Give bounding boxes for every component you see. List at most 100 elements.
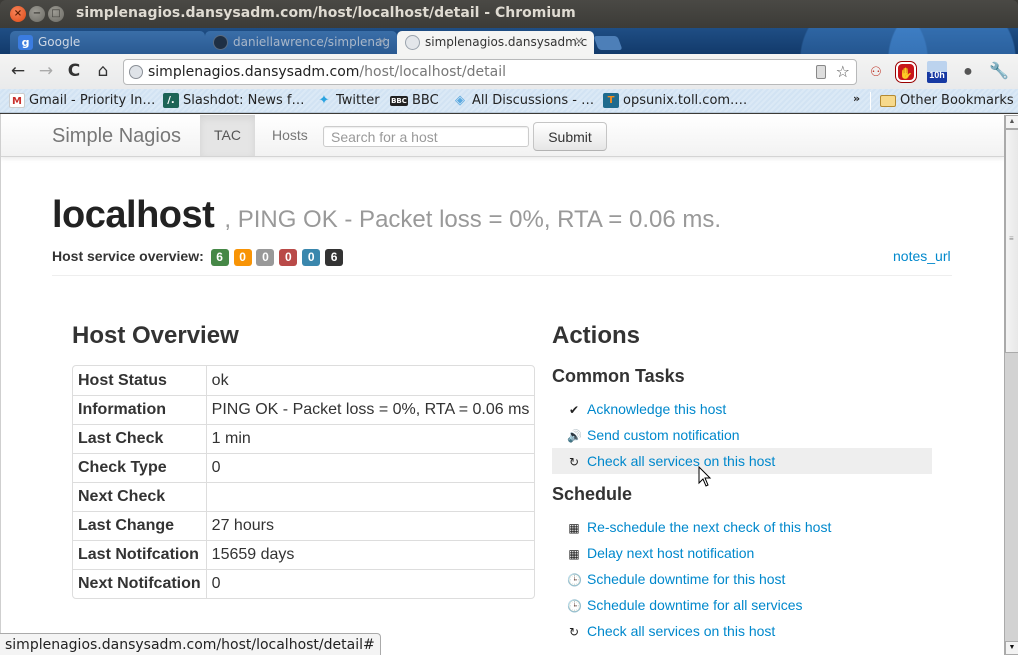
page-title: localhost , PING OK - Packet loss = 0%, …: [52, 194, 721, 237]
toll-icon: T: [603, 93, 619, 108]
address-bar[interactable]: simplenagios.dansysadm.com/host/localhos…: [123, 59, 857, 85]
badge-unknown: 0: [256, 249, 275, 266]
browser-toolbar: ← → C ⌂ simplenagios.dansysadm.com/host/…: [0, 54, 1018, 89]
tab-close-icon[interactable]: ×: [377, 34, 387, 48]
home-button[interactable]: ⌂: [92, 60, 114, 82]
action-link[interactable]: Schedule downtime for all services: [587, 597, 803, 613]
action-link[interactable]: Re-schedule the next check of this host: [587, 519, 831, 535]
tab-label: Google: [38, 35, 81, 49]
clock-icon: 🕒: [567, 599, 582, 613]
action-link[interactable]: Acknowledge this host: [587, 401, 726, 417]
action-item: ↻ Check all services on this host: [552, 618, 932, 644]
twitter-bird-icon: ✦: [318, 93, 330, 108]
window-title: simplenagios.dansysadm.com/host/localhos…: [76, 5, 576, 21]
search-submit-button[interactable]: Submit: [533, 122, 607, 151]
droplet-icon[interactable]: ●: [958, 62, 978, 82]
bookmark-other-bookmarks[interactable]: Other Bookmarks: [880, 92, 1014, 109]
back-button[interactable]: ←: [7, 60, 29, 82]
bookmark-label: Gmail - Priority In…: [29, 93, 156, 108]
browser-tab-simplenagios[interactable]: simplenagios.dansysadm.c ×: [397, 31, 594, 54]
url-path: /host/localhost/detail: [359, 64, 506, 80]
schedule-list: ▦ Re-schedule the next check of this host…: [552, 514, 932, 644]
overview-row-value: [205, 482, 535, 511]
divider: [52, 275, 952, 276]
service-badges: 6 0 0 0 0 6: [210, 248, 344, 266]
action-link[interactable]: Delay next host notification: [587, 545, 754, 561]
overview-row-value: PING OK - Packet loss = 0%, RTA = 0.06 m…: [205, 395, 535, 424]
action-item: ✔ Acknowledge this host: [552, 396, 932, 422]
overview-row-value: ok: [205, 366, 535, 395]
bookmark-bbc[interactable]: BBC BBC: [390, 92, 439, 109]
timer-extension-icon[interactable]: 10h: [927, 61, 947, 83]
refresh-icon: ↻: [568, 455, 580, 469]
bookmark-label: Other Bookmarks: [900, 93, 1014, 108]
bookmark-star-icon[interactable]: ☆: [836, 60, 850, 84]
refresh-icon: ↻: [568, 625, 580, 639]
host-overview-heading: Host Overview: [72, 322, 239, 349]
bookmark-opsunix[interactable]: Topsunix.toll.com.…: [603, 92, 747, 109]
bookmark-label: opsunix.toll.com.…: [623, 93, 748, 108]
overview-row: Host Status ok: [73, 366, 534, 395]
nav-item-tac[interactable]: TAC: [200, 115, 255, 156]
bookmark-twitter[interactable]: ✦ Twitter: [316, 92, 380, 109]
vertical-scrollbar[interactable]: ▲ ≡ ▼: [1004, 115, 1018, 655]
overview-row: Last Notifcation 15659 days: [73, 540, 535, 569]
adblock-icon[interactable]: ✋: [896, 62, 916, 82]
overview-row-label: Next Check: [73, 482, 206, 511]
scrollbar-thumb[interactable]: ≡: [1005, 129, 1018, 353]
tab-close-icon[interactable]: ×: [574, 34, 584, 48]
window-close-button[interactable]: ×: [10, 6, 26, 22]
window-minimize-button[interactable]: −: [29, 6, 45, 22]
action-item: 🕒 Schedule downtime for this host: [552, 566, 932, 592]
overview-row: Check Type 0: [73, 453, 535, 482]
browser-tab-github[interactable]: daniellawrence/simplenag ×: [205, 31, 397, 54]
common-tasks-heading: Common Tasks: [552, 366, 685, 386]
brand-link[interactable]: Simple Nagios: [52, 125, 181, 148]
overview-row-label: Last Notifcation: [73, 540, 206, 569]
host-service-overview: Host service overview: 6 0 0 0 0 6: [52, 248, 344, 266]
overview-row: Next Check: [73, 482, 535, 511]
overview-label: Host service overview:: [52, 248, 204, 264]
bookmarks-separator: [870, 92, 871, 110]
page-action-icon[interactable]: [816, 65, 826, 79]
bookmark-all-discussions[interactable]: ◈ All Discussions - …: [452, 92, 594, 109]
new-tab-button[interactable]: [593, 36, 623, 50]
browser-tab-google[interactable]: g Google: [10, 31, 205, 54]
url-host: simplenagios.dansysadm.com: [148, 64, 360, 80]
tab-strip: g Google daniellawrence/simplenag × simp…: [0, 28, 1018, 54]
tabstrip-decoration: [798, 28, 1018, 54]
nav-item-hosts[interactable]: Hosts: [258, 115, 322, 156]
bookmarks-overflow-button[interactable]: »: [853, 90, 860, 107]
globe-icon: [405, 35, 420, 50]
notes-url-link[interactable]: notes_url: [893, 248, 951, 264]
host-search-input[interactable]: [323, 126, 529, 147]
action-link[interactable]: Schedule downtime for this host: [587, 571, 785, 587]
window-maximize-button[interactable]: □: [48, 6, 64, 22]
bookmark-label: BBC: [412, 93, 439, 108]
action-item: 🕒 Schedule downtime for all services: [552, 592, 932, 618]
overview-row-value: 0: [205, 453, 535, 482]
overview-row-label: Check Type: [73, 453, 206, 482]
bookmark-slashdot[interactable]: /. Slashdot: News f…: [163, 92, 305, 109]
action-link[interactable]: Check all services on this host: [587, 623, 775, 639]
tab-label: simplenagios.dansysadm.c: [425, 35, 588, 49]
wrench-icon[interactable]: 🔧: [989, 62, 1009, 82]
window-title-bar: × − □ simplenagios.dansysadm.com/host/lo…: [0, 0, 1018, 28]
reload-button[interactable]: C: [63, 60, 85, 82]
bookmark-gmail[interactable]: M Gmail - Priority In…: [9, 92, 155, 109]
graph-extension-icon[interactable]: ⚇: [866, 62, 886, 82]
bookmarks-bar: M Gmail - Priority In… /. Slashdot: News f…: [0, 89, 1018, 113]
action-item: ▦ Re-schedule the next check of this host: [552, 514, 932, 540]
actions-heading: Actions: [552, 322, 641, 349]
action-link[interactable]: Check all services on this host: [587, 453, 775, 469]
site-navbar: Simple Nagios TAC Hosts Submit: [1, 115, 1004, 157]
scroll-up-arrow-icon[interactable]: ▲: [1005, 115, 1018, 129]
checkmark-icon: ✔: [568, 403, 580, 417]
overview-row: Next Notifcation 0: [73, 569, 535, 598]
forward-button[interactable]: →: [35, 60, 57, 82]
scroll-down-arrow-icon[interactable]: ▼: [1005, 641, 1018, 655]
action-link[interactable]: Send custom notification: [587, 427, 740, 443]
volume-icon: 🔊: [567, 429, 582, 443]
home-icon: ⌂: [97, 61, 109, 81]
slashdot-icon: /.: [163, 93, 179, 108]
